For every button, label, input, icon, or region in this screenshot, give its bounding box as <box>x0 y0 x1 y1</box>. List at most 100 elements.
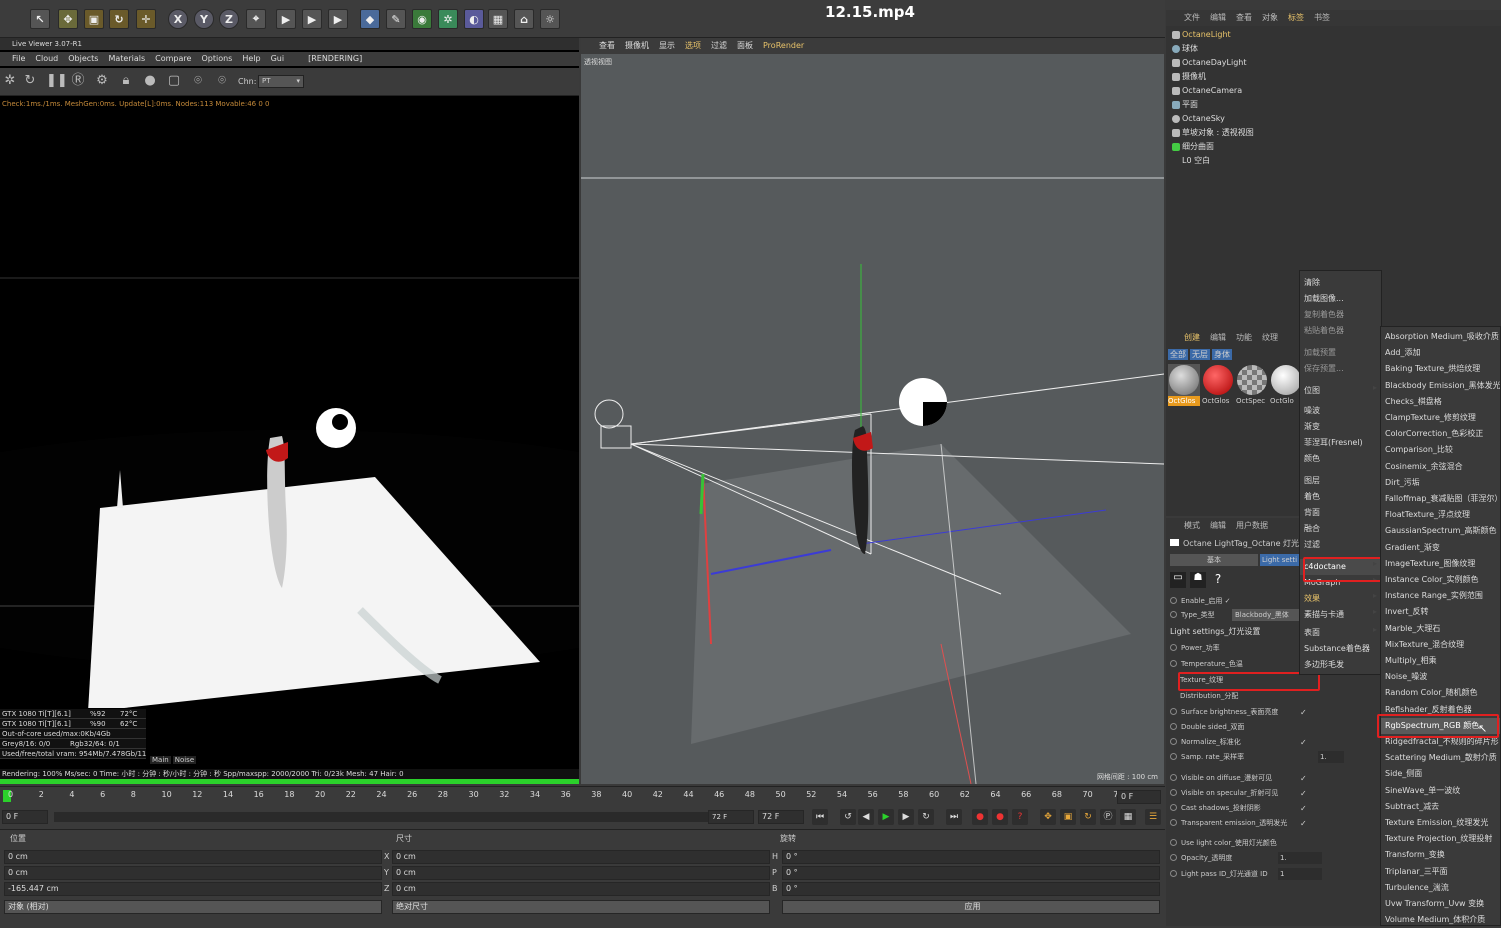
size-y-field[interactable]: 0 cm <box>392 866 770 880</box>
octane-texture-item[interactable]: Invert_反转 <box>1381 604 1500 620</box>
record-icon[interactable]: ● <box>972 809 988 825</box>
octane-texture-item[interactable]: Subtract_减去 <box>1381 799 1500 815</box>
size-x-field[interactable]: 0 cm <box>392 850 770 864</box>
perspective-viewport[interactable]: 查看 摄像机 显示 选项 过滤 面板 ProRender 透视视图 网格间距 :… <box>581 38 1164 784</box>
floor-icon[interactable]: ▦ <box>488 9 508 29</box>
vp-menu-prorender[interactable]: ProRender <box>763 38 804 54</box>
go-to-start-icon[interactable]: ⏮ <box>812 809 828 825</box>
material-sphere-icon[interactable]: ● <box>142 73 158 89</box>
vp-menu-filter[interactable]: 过滤 <box>711 38 727 54</box>
sample-rate-field[interactable]: 1. <box>1318 751 1344 763</box>
vp-menu-display[interactable]: 显示 <box>659 38 675 54</box>
reset-icon[interactable]: Ⓡ <box>70 73 86 89</box>
lv-menu-cloud[interactable]: Cloud <box>35 52 58 66</box>
context-menu-item[interactable]: 效果 <box>1300 591 1381 607</box>
object-row[interactable]: 平面 <box>1168 98 1300 112</box>
position-y-field[interactable]: 0 cm <box>4 866 382 880</box>
octane-texture-item[interactable]: Scattering Medium_散射介质 <box>1381 750 1500 766</box>
context-menu-item[interactable]: 着色 <box>1300 489 1381 505</box>
cloner-icon[interactable]: ✲ <box>438 9 458 29</box>
start-frame-field[interactable]: 0 F <box>2 810 48 824</box>
filter-body[interactable]: 身体 <box>1212 349 1232 360</box>
mm-menu-function[interactable]: 功能 <box>1236 332 1252 343</box>
context-menu-item[interactable]: 噪波 <box>1300 403 1381 419</box>
scale-icon[interactable]: ▣ <box>84 9 104 29</box>
help-icon[interactable]: ? <box>1210 572 1226 588</box>
move-icon[interactable]: ✥ <box>58 9 78 29</box>
octane-texture-item[interactable]: Texture Emission_纹理发光 <box>1381 815 1500 831</box>
tab-basic[interactable]: 基本 <box>1170 554 1258 566</box>
am-menu-edit[interactable]: 编辑 <box>1210 520 1226 531</box>
context-menu-item[interactable]: 颜色 <box>1300 451 1381 467</box>
deformer-icon[interactable]: ◐ <box>464 9 484 29</box>
om-menu-object[interactable]: 对象 <box>1262 10 1278 26</box>
x-axis-icon[interactable]: X <box>168 9 188 29</box>
octane-texture-item[interactable]: Gradient_渐变 <box>1381 540 1500 556</box>
lv-menu-materials[interactable]: Materials <box>108 52 145 66</box>
context-menu-item[interactable]: 粘贴着色器 <box>1300 323 1381 339</box>
tab-noise[interactable]: Noise <box>172 756 197 764</box>
context-menu-item[interactable]: 多边形毛发 <box>1300 657 1381 673</box>
octane-texture-item[interactable]: Side_侧面 <box>1381 766 1500 782</box>
coord-mode-select[interactable]: 对象 (相对) <box>4 900 382 914</box>
checkmark-icon[interactable]: ✓ <box>1300 819 1307 828</box>
vp-menu-panel[interactable]: 面板 <box>737 38 753 54</box>
vp-menu-camera[interactable]: 摄像机 <box>625 38 649 54</box>
subdivision-icon[interactable]: ◉ <box>412 9 432 29</box>
sample-rate-row[interactable]: Samp. rate_采样率 <box>1170 750 1330 764</box>
pick-focus-icon[interactable]: ⌾ <box>190 73 206 89</box>
prev-key-icon[interactable]: ↺ <box>840 809 856 825</box>
autokey-icon[interactable]: ● <box>992 809 1008 825</box>
context-menu-item[interactable]: 表面 <box>1300 625 1381 641</box>
om-menu-tag[interactable]: 标签 <box>1288 10 1304 26</box>
om-menu-view[interactable]: 查看 <box>1236 10 1252 26</box>
octane-texture-item[interactable]: Transform_变换 <box>1381 847 1500 863</box>
daylight-tag-icon[interactable]: ☗ <box>1190 572 1206 588</box>
context-menu-item[interactable]: 清除 <box>1300 275 1381 291</box>
material-swatch[interactable]: OctGlo <box>1270 364 1300 406</box>
context-menu-item[interactable]: 复制着色器 <box>1300 307 1381 323</box>
next-key-icon[interactable]: ↻ <box>918 809 934 825</box>
send-scene-icon[interactable]: ✲ <box>2 73 18 89</box>
z-axis-icon[interactable]: Z <box>219 9 239 29</box>
size-z-field[interactable]: 0 cm <box>392 882 770 896</box>
add-icon[interactable]: ✛ <box>136 9 156 29</box>
material-swatch[interactable]: OctGlos <box>1202 364 1234 406</box>
prev-frame-icon[interactable]: ◀ <box>858 809 874 825</box>
om-menu-edit[interactable]: 编辑 <box>1210 10 1226 26</box>
context-menu-item[interactable]: 加载图像... <box>1300 291 1381 307</box>
context-menu-item[interactable]: 图层 <box>1300 473 1381 489</box>
channel-select[interactable]: PT ▾ <box>258 75 304 88</box>
context-menu-item[interactable]: 素描与卡通 <box>1300 607 1381 623</box>
octane-texture-item[interactable]: Instance Range_实例范围 <box>1381 588 1500 604</box>
context-menu-item[interactable]: 过滤 <box>1300 537 1381 553</box>
coordinate-icon[interactable]: ⌖ <box>246 9 266 29</box>
context-menu-item[interactable]: 保存预置... <box>1300 361 1381 377</box>
render-region-icon[interactable]: ▶ <box>276 9 296 29</box>
context-menu-item[interactable]: 背面 <box>1300 505 1381 521</box>
object-row[interactable]: OctaneLight <box>1168 28 1300 42</box>
key-help-icon[interactable]: ? <box>1012 809 1028 825</box>
lv-menu-file[interactable]: File <box>12 52 25 66</box>
pen-icon[interactable]: ✎ <box>386 9 406 29</box>
octane-texture-item[interactable]: Multiply_相乘 <box>1381 653 1500 669</box>
light-tag-icon[interactable]: ▭ <box>1170 572 1186 588</box>
octane-texture-item[interactable]: Instance Color_实例颜色 <box>1381 572 1500 588</box>
position-z-field[interactable]: -165.447 cm <box>4 882 382 896</box>
lv-menu-gui[interactable]: Gui <box>271 52 285 66</box>
checkmark-icon[interactable]: ✓ <box>1300 804 1307 813</box>
mm-menu-edit[interactable]: 编辑 <box>1210 332 1226 343</box>
object-row[interactable]: 草坡对象 : 透视视图 <box>1168 126 1300 140</box>
octane-texture-item[interactable]: Falloffmap_衰减贴图（菲涅尔） <box>1381 491 1500 507</box>
size-mode-select[interactable]: 绝对尺寸 <box>392 900 770 914</box>
lv-menu-compare[interactable]: Compare <box>155 52 191 66</box>
octane-texture-item[interactable]: Baking Texture_烘焙纹理 <box>1381 361 1500 377</box>
use-light-color-row[interactable]: Use light color_使用灯光颜色 <box>1170 836 1330 850</box>
material-swatch[interactable]: OctSpec <box>1236 364 1268 406</box>
current-frame-field[interactable]: 0 F <box>1117 790 1161 804</box>
apply-button[interactable]: 应用 <box>782 900 1160 914</box>
max-frame-field[interactable]: 72 F <box>758 810 804 824</box>
om-menu-file[interactable]: 文件 <box>1184 10 1200 26</box>
render-settings-icon[interactable]: ▶ <box>328 9 348 29</box>
checkmark-icon[interactable]: ✓ <box>1300 708 1307 717</box>
